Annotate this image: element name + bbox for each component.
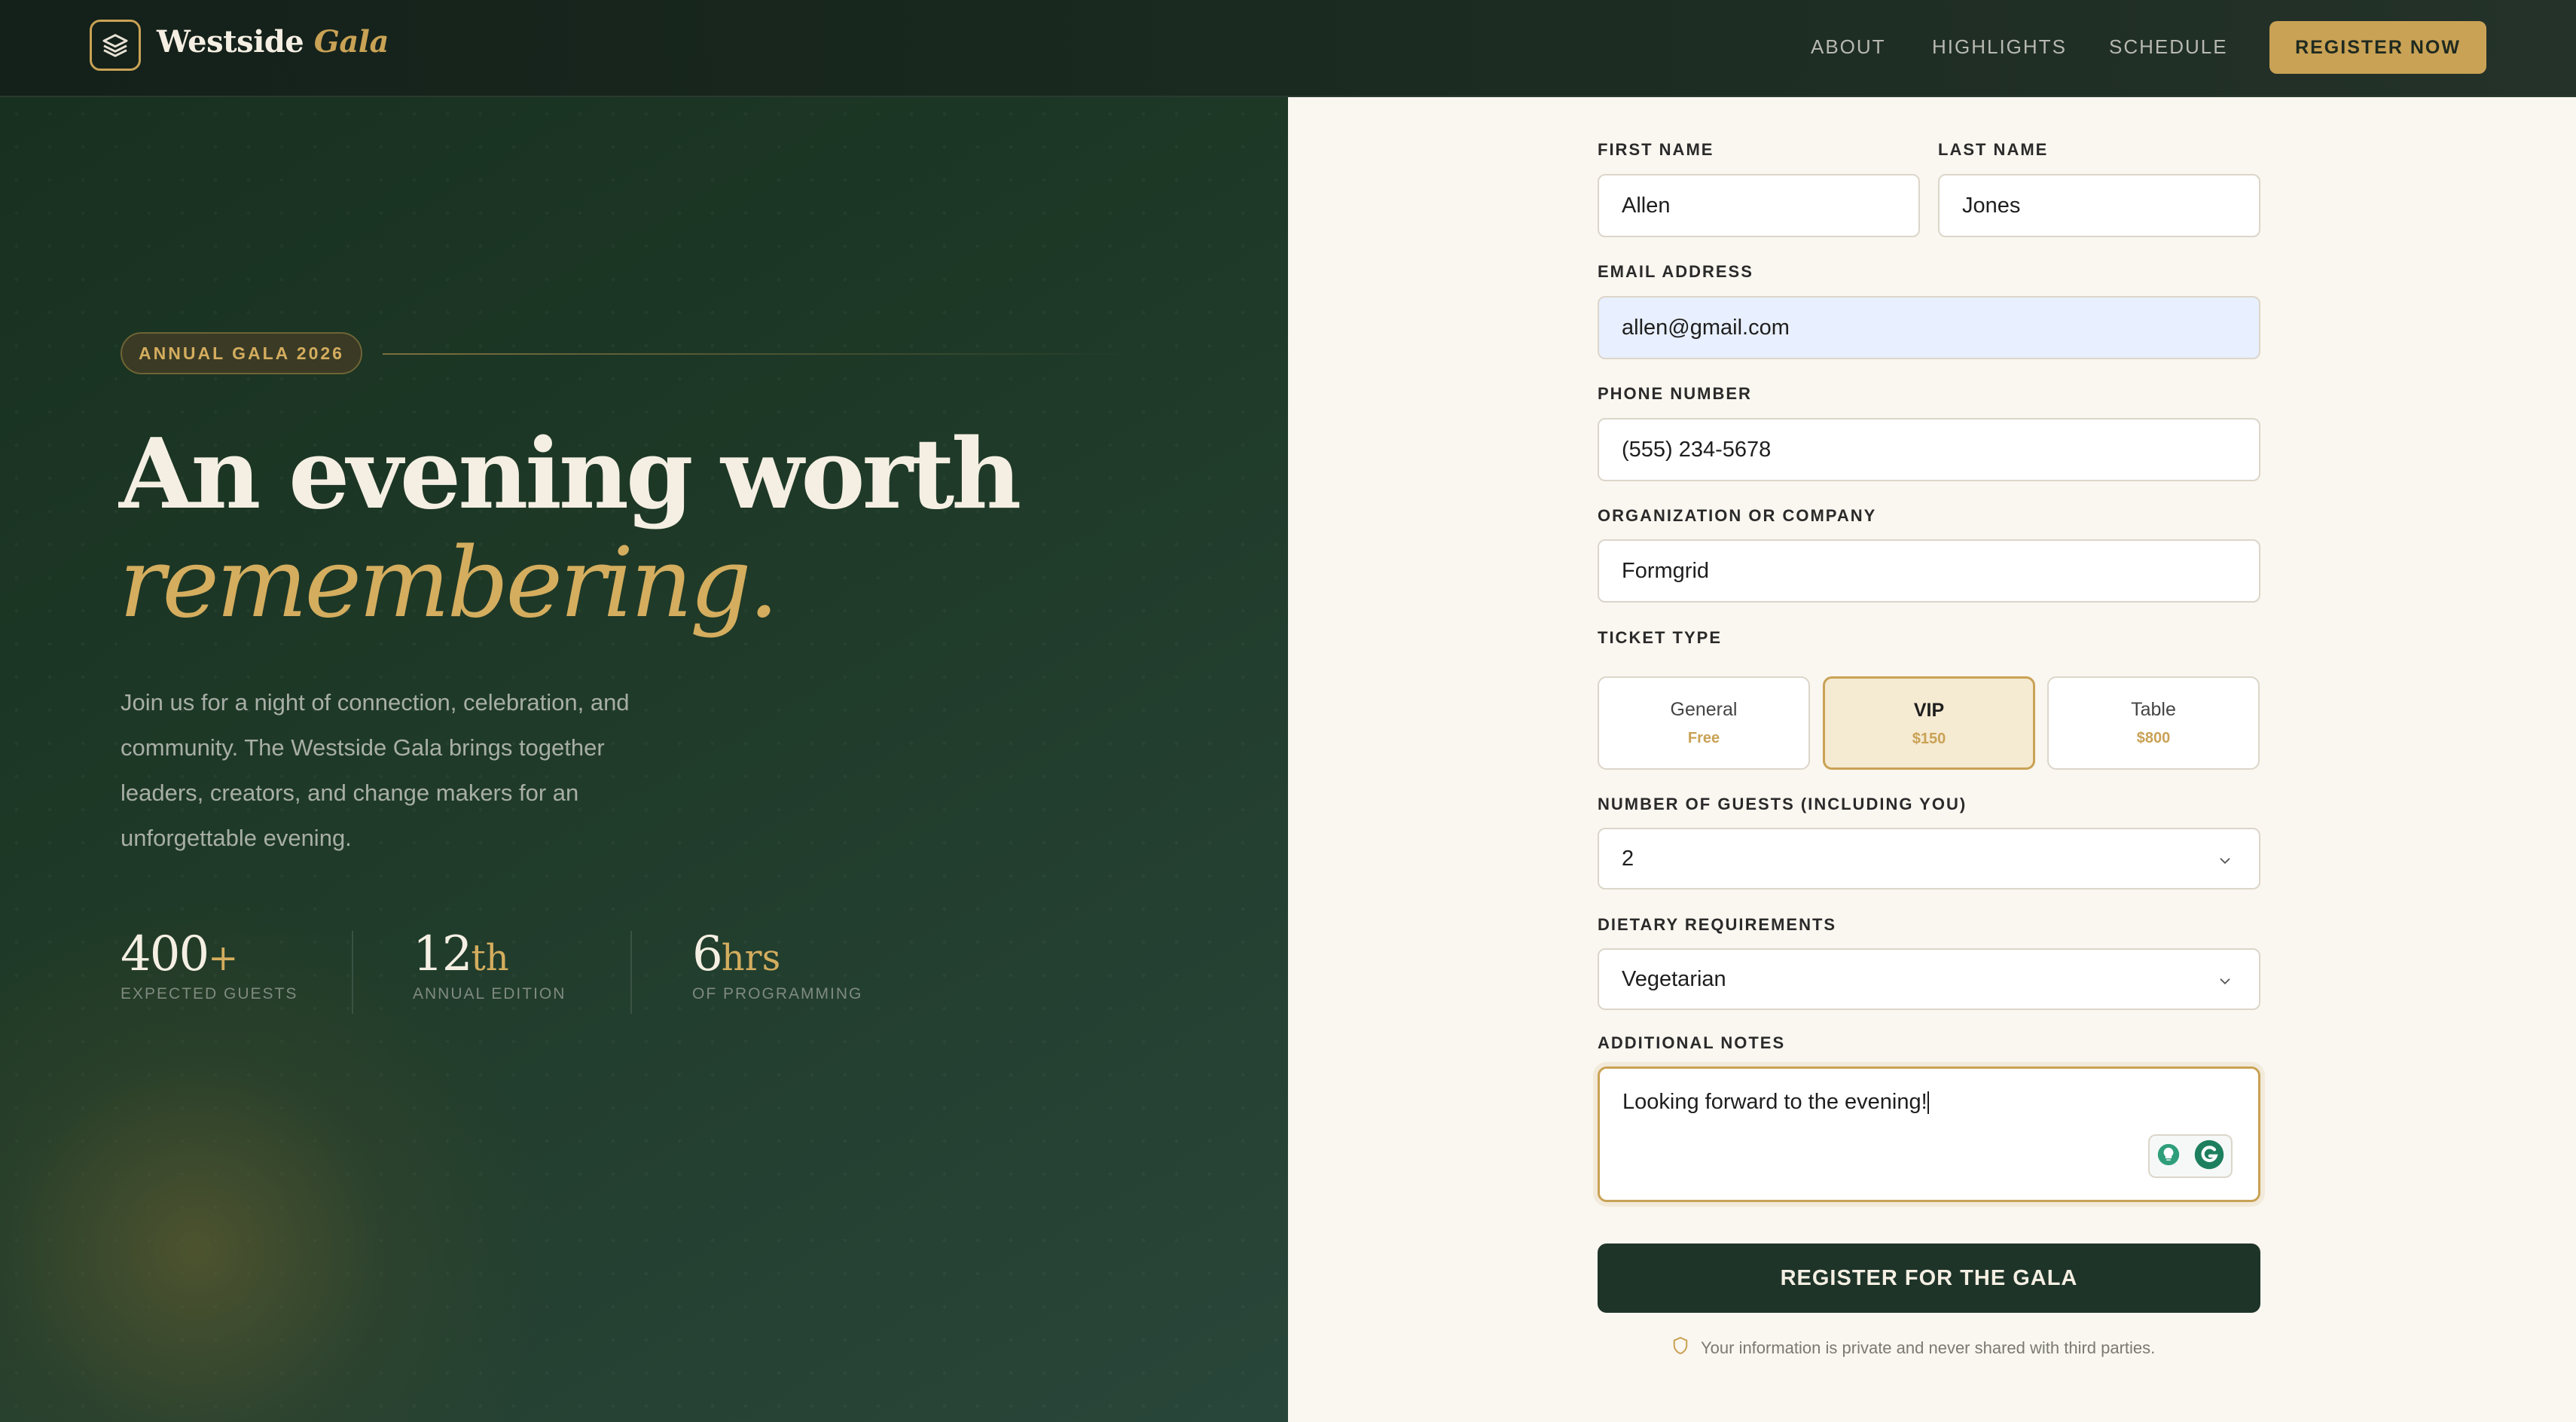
brand-logo[interactable]: Westside Gala <box>157 24 389 60</box>
ticket-name: Table <box>2131 699 2176 720</box>
last-name-label: LAST NAME <box>1938 140 2049 159</box>
lightbulb-icon[interactable] <box>2156 1142 2181 1170</box>
stat-value: 6 <box>692 926 723 982</box>
brand-accent: Gala <box>313 24 389 60</box>
stat-edition: 12th ANNUAL EDITION <box>413 926 566 1003</box>
guests-label: NUMBER OF GUESTS (INCLUDING YOU) <box>1598 795 1967 813</box>
stat-suffix: + <box>208 937 239 979</box>
privacy-note: Your information is private and never sh… <box>1672 1336 2199 1360</box>
stat-guests: 400+ EXPECTED GUESTS <box>121 926 298 1003</box>
notes-label: ADDITIONAL NOTES <box>1598 1033 1786 1052</box>
nav-link-schedule[interactable]: SCHEDULE <box>2109 35 2228 59</box>
last-name-input[interactable]: Jones <box>1938 174 2260 237</box>
event-badge: ANNUAL GALA 2026 <box>121 332 362 374</box>
dietary-label: DIETARY REQUIREMENTS <box>1598 915 1837 934</box>
ticket-price: $150 <box>1912 731 1946 747</box>
email-label: EMAIL ADDRESS <box>1598 262 1753 281</box>
first-name-input[interactable]: Allen <box>1598 174 1920 237</box>
organization-input[interactable]: Formgrid <box>1598 539 2260 603</box>
grammar-assistant-widget[interactable] <box>2148 1134 2233 1178</box>
text-cursor <box>1927 1091 1929 1115</box>
notes-value: Looking forward to the evening! <box>1622 1090 1927 1114</box>
chevron-down-icon <box>2217 850 2233 875</box>
nav-link-highlights[interactable]: HIGHLIGHTS <box>1932 35 2067 59</box>
ticket-option-vip[interactable]: VIP $150 <box>1823 676 2035 770</box>
badge-divider <box>383 353 1136 355</box>
stat-label: EXPECTED GUESTS <box>121 985 298 1002</box>
ticket-option-general[interactable]: General Free <box>1598 676 1810 770</box>
register-now-button[interactable]: REGISTER NOW <box>2269 21 2486 74</box>
privacy-text: Your information is private and never sh… <box>1701 1338 2156 1357</box>
grammarly-icon[interactable] <box>2193 1139 2225 1173</box>
stat-divider <box>352 931 353 1014</box>
stat-programming: 6hrs OF PROGRAMMING <box>692 926 862 1003</box>
guests-select[interactable]: 2 <box>1598 828 2260 890</box>
stat-value: 12 <box>413 926 472 982</box>
chevron-down-icon <box>2217 971 2233 996</box>
dietary-value: Vegetarian <box>1622 966 1726 991</box>
ticket-name: General <box>1670 699 1738 720</box>
ticket-option-table[interactable]: Table $800 <box>2047 676 2260 770</box>
stat-suffix: hrs <box>721 937 781 979</box>
email-input[interactable]: allen@gmail.com <box>1598 296 2260 359</box>
stat-suffix: th <box>471 937 509 979</box>
top-nav: Westside Gala ABOUT HIGHLIGHTS SCHEDULE … <box>0 0 2576 97</box>
guests-value: 2 <box>1622 846 1634 871</box>
organization-label: ORGANIZATION OR COMPANY <box>1598 506 1877 525</box>
stat-label: ANNUAL EDITION <box>413 985 566 1002</box>
ticket-price: $800 <box>2136 730 2171 746</box>
ticket-type-label: TICKET TYPE <box>1598 628 1723 647</box>
layers-icon[interactable] <box>90 20 141 71</box>
stat-value: 400 <box>121 926 209 982</box>
headline-line-1: An evening worth <box>119 418 1021 531</box>
register-gala-button[interactable]: REGISTER FOR THE GALA <box>1598 1243 2260 1313</box>
stat-divider <box>630 931 632 1014</box>
headline-line-2: remembering. <box>119 527 779 639</box>
ticket-price: Free <box>1687 730 1720 746</box>
stat-label: OF PROGRAMMING <box>692 985 863 1002</box>
phone-input[interactable]: (555) 234-5678 <box>1598 418 2260 481</box>
dietary-select[interactable]: Vegetarian <box>1598 948 2260 1010</box>
hero-description: Join us for a night of connection, celeb… <box>121 689 630 851</box>
nav-link-about[interactable]: ABOUT <box>1811 35 1886 59</box>
brand-name: Westside <box>157 24 304 60</box>
phone-label: PHONE NUMBER <box>1598 384 1752 403</box>
first-name-label: FIRST NAME <box>1598 140 1714 159</box>
ticket-name: VIP <box>1913 700 1945 721</box>
shield-icon <box>1672 1336 1689 1360</box>
